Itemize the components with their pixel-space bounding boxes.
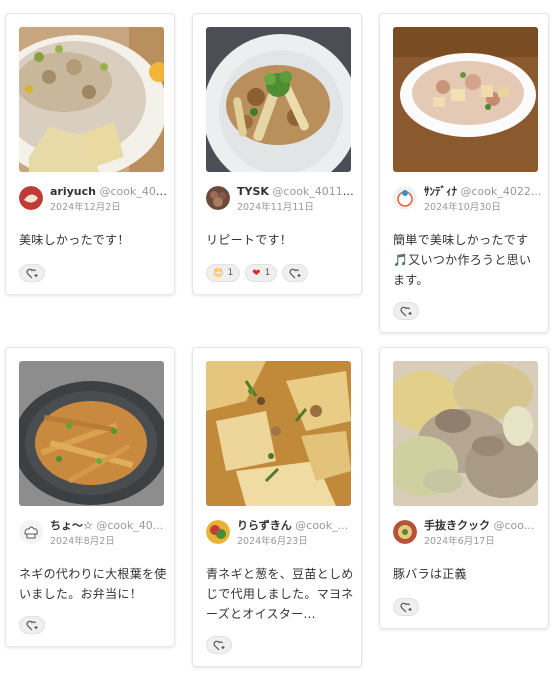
user-id: @coo... — [493, 519, 535, 532]
user-name[interactable]: ｻﾝﾃﾞｨﾅ — [424, 185, 457, 198]
heart-plus-icon — [400, 602, 412, 612]
add-reaction-button[interactable] — [393, 598, 419, 616]
reaction-count: 1 — [227, 268, 234, 278]
avatar[interactable] — [393, 520, 417, 544]
dish-photo-image — [19, 27, 164, 172]
add-reaction-button[interactable] — [19, 616, 45, 634]
add-reaction-button[interactable] — [393, 302, 419, 320]
reaction-bar — [206, 636, 232, 654]
dish-photo-image — [206, 27, 351, 172]
user-info: ｻﾝﾃﾞｨﾅ @cook_4022... 2024年10月30日 — [393, 184, 541, 220]
heart-plus-icon — [213, 640, 225, 650]
user-name[interactable]: りらずきん — [237, 519, 292, 532]
comment-text: リピートです！ — [206, 233, 293, 247]
user-line[interactable]: ｻﾝﾃﾞｨﾅ @cook_4022... — [424, 184, 542, 199]
user-info: TYSK @cook_40110... 2024年11月11日 — [206, 184, 355, 220]
user-id: @cook_... — [295, 519, 349, 532]
user-line[interactable]: 手抜きクック @coo... — [424, 518, 542, 533]
post-date: 2024年11月11日 — [237, 202, 314, 213]
dish-photo[interactable] — [19, 27, 164, 172]
reaction-bar — [393, 598, 419, 616]
reaction-bar: 😊 1 ❤ 1 — [206, 264, 309, 282]
user-name[interactable]: 手抜きクック — [424, 519, 490, 532]
dish-photo-image — [206, 361, 351, 506]
reaction-bar — [393, 302, 419, 320]
user-name[interactable]: ちょ〜☆ — [50, 519, 93, 532]
heart-reaction-button[interactable]: ❤ 1 — [245, 264, 278, 282]
post-date: 2024年6月23日 — [237, 536, 308, 547]
avatar[interactable] — [19, 186, 43, 210]
add-reaction-button[interactable] — [282, 264, 309, 282]
tsukurepo-card[interactable]: ariyuch @cook_400... 2024年12月2日 美味しかったです… — [5, 13, 175, 295]
dish-photo[interactable] — [393, 361, 538, 506]
user-id: @cook_400... — [99, 185, 168, 198]
dish-photo[interactable] — [206, 361, 351, 506]
tsukurepo-card[interactable]: 手抜きクック @coo... 2024年6月17日 豚バラは正義 — [379, 347, 549, 629]
dish-photo-image — [393, 361, 538, 506]
reaction-count: 1 — [264, 268, 271, 278]
user-id: @cook_40... — [96, 519, 164, 532]
user-line[interactable]: ちょ〜☆ @cook_40... — [50, 518, 168, 533]
user-id: @cook_40110... — [272, 185, 355, 198]
add-reaction-button[interactable] — [206, 636, 232, 654]
tsukurepo-card[interactable]: ｻﾝﾃﾞｨﾅ @cook_4022... 2024年10月30日 簡単で美味しか… — [379, 13, 549, 333]
comment-text: 青ネギと葱を、豆苗としめじで代用しました。マヨネーズとオイスター... — [206, 567, 354, 621]
comment-text: 簡単で美味しかったです🎵又いつか作ろうと思います。 — [393, 233, 532, 287]
user-info: ariyuch @cook_400... 2024年12月2日 — [19, 184, 168, 220]
tsukurepo-card[interactable]: ちょ〜☆ @cook_40... 2024年8月2日 ネギの代わりに大根葉を使い… — [5, 347, 175, 647]
smile-reaction-button[interactable]: 😊 1 — [206, 264, 241, 282]
comment-text: 美味しかったです！ — [19, 233, 130, 247]
comment-text: ネギの代わりに大根葉を使いました。お弁当に！ — [19, 567, 167, 601]
dish-photo[interactable] — [393, 27, 538, 172]
dish-photo-image — [19, 361, 164, 506]
smile-emoji-icon: 😊 — [213, 267, 224, 279]
user-info: りらずきん @cook_... 2024年6月23日 — [206, 518, 354, 554]
avatar[interactable] — [206, 520, 230, 544]
dish-photo[interactable] — [206, 27, 351, 172]
heart-emoji-icon: ❤ — [252, 267, 261, 279]
avatar[interactable] — [393, 186, 417, 210]
post-date: 2024年12月2日 — [50, 202, 121, 213]
post-date: 2024年8月2日 — [50, 536, 115, 547]
tsukurepo-card[interactable]: りらずきん @cook_... 2024年6月23日 青ネギと葱を、豆苗としめじ… — [192, 347, 362, 667]
heart-plus-icon — [289, 268, 301, 278]
user-line[interactable]: ariyuch @cook_400... — [50, 184, 168, 199]
heart-plus-icon — [26, 268, 38, 278]
heart-plus-icon — [26, 620, 38, 630]
avatar[interactable] — [19, 520, 43, 544]
add-reaction-button[interactable] — [19, 264, 45, 282]
reaction-bar — [19, 616, 45, 634]
avatar[interactable] — [206, 186, 230, 210]
user-line[interactable]: りらずきん @cook_... — [237, 518, 355, 533]
comment-text: 豚バラは正義 — [393, 567, 467, 581]
heart-plus-icon — [400, 306, 412, 316]
post-date: 2024年6月17日 — [424, 536, 495, 547]
dish-photo[interactable] — [19, 361, 164, 506]
user-name[interactable]: ariyuch — [50, 185, 96, 198]
dish-photo-image — [393, 27, 538, 172]
user-id: @cook_4022... — [460, 185, 542, 198]
reaction-bar — [19, 264, 45, 282]
user-info: ちょ〜☆ @cook_40... 2024年8月2日 — [19, 518, 167, 554]
user-line[interactable]: TYSK @cook_40110... — [237, 184, 355, 199]
user-info: 手抜きクック @coo... 2024年6月17日 — [393, 518, 541, 554]
user-name[interactable]: TYSK — [237, 185, 269, 198]
post-date: 2024年10月30日 — [424, 202, 501, 213]
tsukurepo-card[interactable]: TYSK @cook_40110... 2024年11月11日 リピートです！ … — [192, 13, 362, 295]
